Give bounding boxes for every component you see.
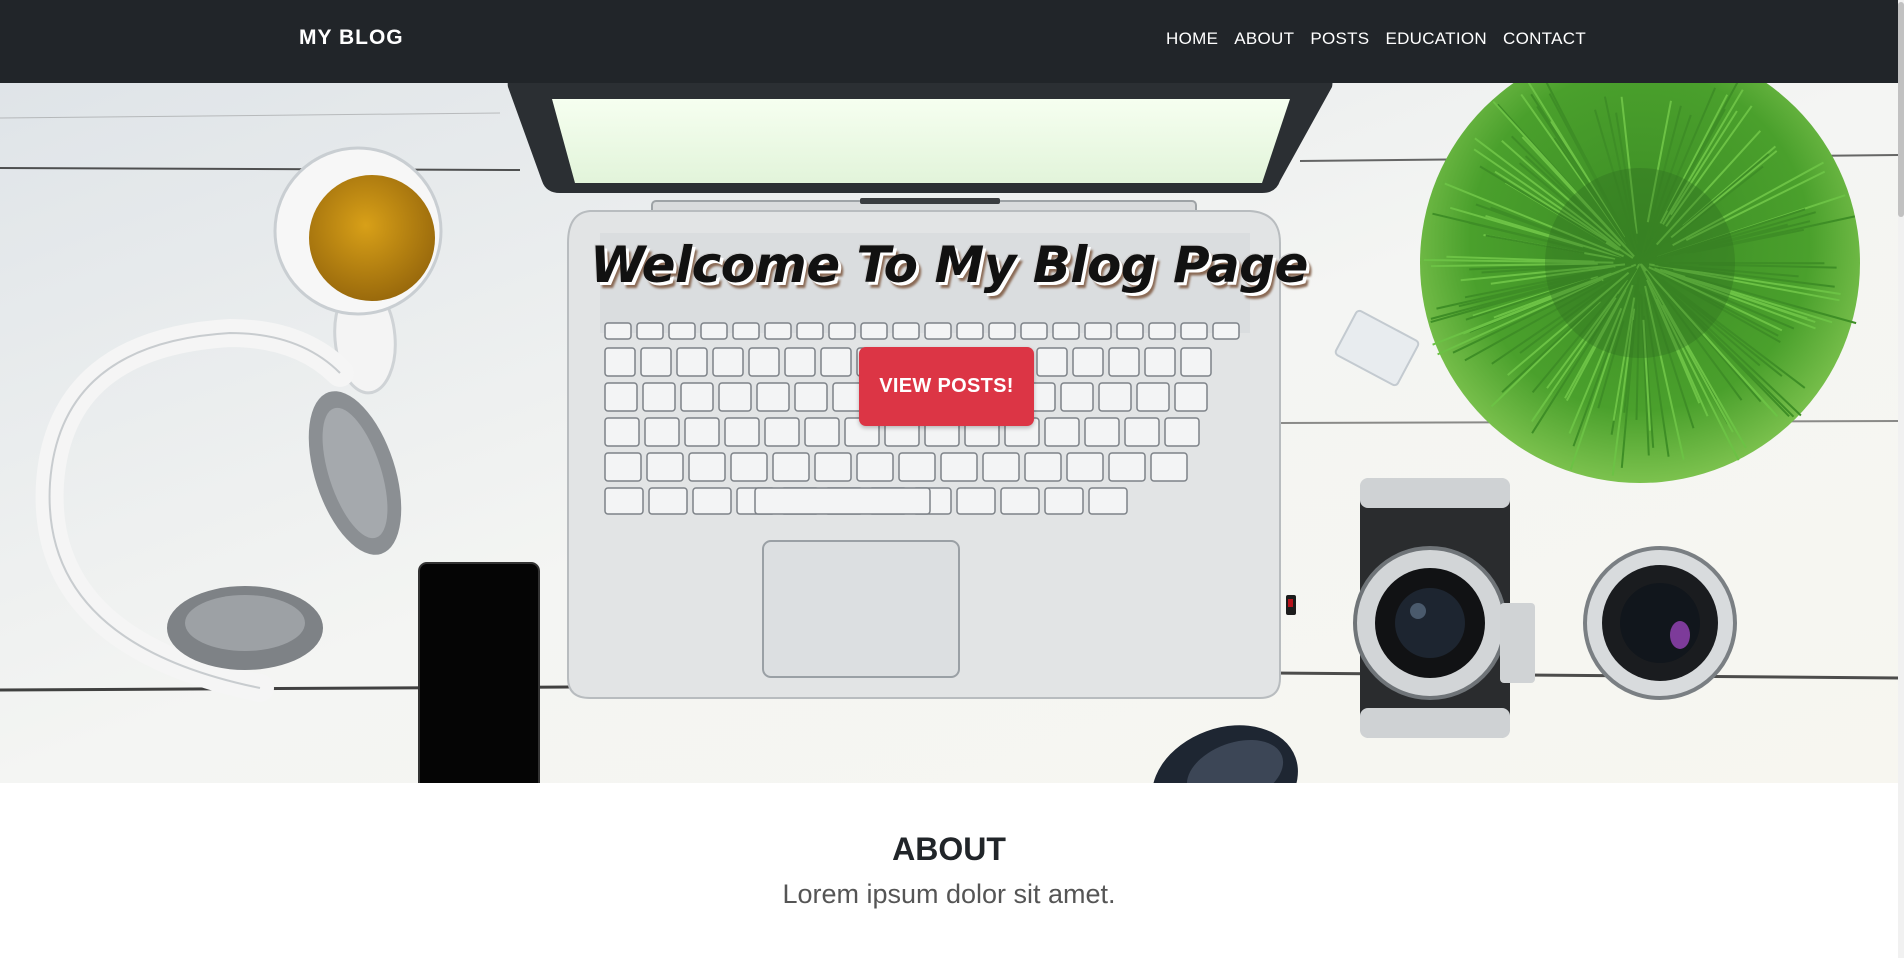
- page-scrollbar[interactable]: [1898, 0, 1904, 958]
- navbar: MY BLOG HOME ABOUT POSTS EDUCATION CONTA…: [0, 0, 1904, 83]
- about-title: ABOUT: [892, 831, 1006, 867]
- nav-link-posts[interactable]: POSTS: [1310, 29, 1369, 49]
- hero-title: Welcome To My Blog Page: [590, 236, 1308, 294]
- about-lead-text: Lorem ipsum dolor sit amet.: [782, 879, 1116, 909]
- nav-links: HOME ABOUT POSTS EDUCATION CONTACT: [1166, 29, 1586, 49]
- nav-link-contact[interactable]: CONTACT: [1503, 29, 1586, 49]
- nav-link-about[interactable]: ABOUT: [1234, 29, 1294, 49]
- nav-link-home[interactable]: HOME: [1166, 29, 1218, 49]
- hero-section: Welcome To My Blog Page VIEW POSTS!: [0, 83, 1898, 783]
- view-posts-button[interactable]: VIEW POSTS!: [859, 347, 1034, 426]
- hero-background-image: [0, 83, 1898, 783]
- brand-logo[interactable]: MY BLOG: [299, 26, 404, 50]
- about-section: ABOUT Lorem ipsum dolor sit amet.: [0, 783, 1898, 958]
- scrollbar-thumb[interactable]: [1898, 2, 1904, 217]
- nav-link-education[interactable]: EDUCATION: [1385, 29, 1487, 49]
